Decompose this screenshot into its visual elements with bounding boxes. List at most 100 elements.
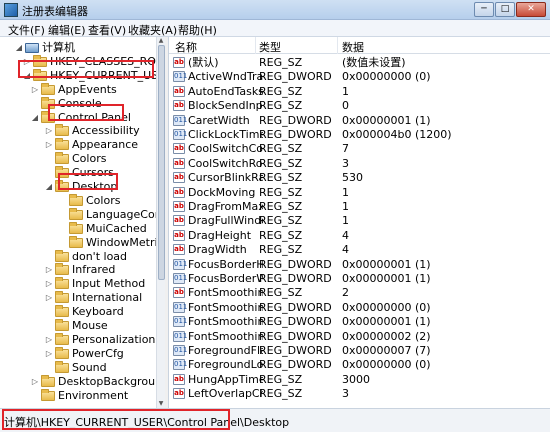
value-type: REG_SZ bbox=[259, 142, 303, 156]
values-list[interactable]: 名称 类型 数据 ab (默认) REG_SZ (数值未设置) 011 ActiveWnd… bbox=[169, 37, 550, 408]
tree-node[interactable]: ▷ AppEvents bbox=[30, 82, 164, 97]
tree-node[interactable]: ◢ Control Panel bbox=[30, 110, 164, 125]
value-row[interactable]: 011ForegroundFla...REG_DWORD 0x00000007 (… bbox=[169, 344, 550, 358]
close-button[interactable]: ✕ bbox=[516, 2, 546, 17]
value-row[interactable]: 011ActiveWndTrac...REG_DWORD 0x00000000 (… bbox=[169, 70, 550, 84]
collapsed-arrow-icon[interactable]: ▷ bbox=[44, 138, 54, 152]
value-data: 530 bbox=[342, 171, 363, 185]
collapsed-arrow-icon[interactable]: ▷ bbox=[44, 263, 54, 277]
tree-node-label: HKEY_CURRENT_USER bbox=[50, 68, 165, 82]
value-row[interactable]: 011 CaretWidth REG_DWORD 0x00000001 (1) bbox=[169, 114, 550, 128]
tree-node[interactable]: ▷ Accessibility bbox=[44, 124, 164, 138]
value-row[interactable]: abHungAppTime...REG_SZ 3000 bbox=[169, 373, 550, 387]
string-value-icon: ab bbox=[173, 85, 185, 97]
tree-node[interactable]: WindowMetrics bbox=[58, 235, 165, 250]
tree-node[interactable]: ▷ International bbox=[44, 291, 164, 305]
menu-file[interactable]: 文件(F) bbox=[8, 22, 45, 38]
expanded-arrow-icon[interactable]: ◢ bbox=[22, 69, 32, 83]
tree-node[interactable]: ◢ Desktop bbox=[44, 180, 164, 194]
scroll-down-arrow-icon[interactable]: ▼ bbox=[157, 400, 165, 408]
folder-icon bbox=[41, 96, 55, 109]
value-row[interactable]: 011 ClickLockTime REG_DWORD 0x000004b0 (120… bbox=[169, 128, 550, 142]
tree-node[interactable]: Sound bbox=[44, 360, 164, 375]
collapsed-arrow-icon[interactable]: ▷ bbox=[44, 291, 54, 305]
folder-icon bbox=[33, 68, 47, 81]
menu-favorites[interactable]: 收藏夹(A) bbox=[128, 22, 177, 38]
tree-node[interactable]: ▷ HKEY_CLASSES_ROOT bbox=[22, 54, 164, 69]
tree-node[interactable]: Mouse bbox=[44, 319, 164, 333]
tree-node[interactable]: LanguageConfig bbox=[58, 207, 164, 222]
value-row[interactable]: abDragFullWindo...REG_SZ 1 bbox=[169, 214, 550, 228]
maximize-button[interactable]: □ bbox=[495, 2, 515, 17]
tree-node[interactable]: Colors bbox=[44, 152, 164, 166]
value-row[interactable]: abDragFromMaxi...REG_SZ 1 bbox=[169, 200, 550, 214]
tree-node[interactable]: ▷ Appearance bbox=[44, 138, 164, 152]
tree-node[interactable]: Keyboard bbox=[44, 305, 164, 319]
value-row[interactable]: abCoolSwitchRowsREG_SZ 3 bbox=[169, 157, 550, 171]
value-type: REG_SZ bbox=[259, 99, 303, 113]
registry-tree[interactable]: ◢ 计算机 ▷ HKEY_CLASSES_ROOT ◢ HKEY_CURRENT_USER… bbox=[0, 37, 165, 408]
value-row[interactable]: abCursorBlinkRateREG_SZ 530 bbox=[169, 171, 550, 185]
value-row[interactable]: ab DragHeight REG_SZ 4 bbox=[169, 229, 550, 243]
tree-node[interactable]: MuiCached bbox=[58, 221, 164, 236]
collapsed-arrow-icon[interactable]: ▷ bbox=[44, 347, 54, 361]
tree-node[interactable]: ▷ DesktopBackground bbox=[30, 374, 164, 389]
value-row[interactable]: ab DragWidth REG_SZ 4 bbox=[169, 243, 550, 257]
value-row[interactable]: 011ForegroundLo...REG_DWORD 0x00000000 (0… bbox=[169, 358, 550, 372]
tree-node[interactable]: ▷ Input Method bbox=[44, 277, 164, 291]
value-row[interactable]: 011FocusBorderW...REG_DWORD 0x00000001 (1… bbox=[169, 272, 550, 286]
value-data: 1 bbox=[342, 185, 349, 199]
tree-node[interactable]: Colors bbox=[58, 193, 164, 208]
value-row[interactable]: abCoolSwitchCol...REG_SZ 7 bbox=[169, 142, 550, 156]
minimize-button[interactable]: ─ bbox=[474, 2, 494, 17]
menu-view[interactable]: 查看(V) bbox=[88, 22, 126, 38]
value-row[interactable]: ab DockMoving REG_SZ 1 bbox=[169, 186, 550, 200]
tree-node[interactable]: Environment bbox=[30, 388, 164, 403]
collapsed-arrow-icon[interactable]: ▷ bbox=[44, 333, 54, 347]
tree-node[interactable]: ◢ HKEY_CURRENT_USER bbox=[22, 68, 165, 83]
menu-edit[interactable]: 编辑(E) bbox=[48, 22, 86, 38]
value-name: FocusBorderH... bbox=[188, 257, 263, 271]
expanded-arrow-icon[interactable]: ◢ bbox=[30, 111, 40, 125]
column-divider[interactable] bbox=[255, 37, 256, 54]
column-name-header[interactable]: 名称 bbox=[175, 39, 197, 55]
collapsed-arrow-icon[interactable]: ▷ bbox=[22, 55, 32, 69]
menu-help[interactable]: 帮助(H) bbox=[178, 22, 217, 38]
tree-node[interactable]: Console bbox=[30, 96, 164, 111]
value-row[interactable]: 011FontSmoothin...REG_DWORD 0x00000001 (1… bbox=[169, 315, 550, 329]
value-row[interactable]: abFontSmoothingREG_SZ 2 bbox=[169, 286, 550, 300]
column-type-header[interactable]: 类型 bbox=[259, 39, 281, 55]
value-row[interactable]: ab AutoEndTasks REG_SZ 1 bbox=[169, 85, 550, 99]
tree-node[interactable]: ◢ 计算机 bbox=[14, 41, 164, 55]
tree-node[interactable]: ▷ Infrared bbox=[44, 263, 164, 277]
value-data: 0x00000001 (1) bbox=[342, 272, 431, 285]
collapsed-arrow-icon[interactable]: ▷ bbox=[44, 124, 54, 138]
value-name: FontSmoothin... bbox=[188, 300, 263, 314]
tree-node[interactable]: Cursors bbox=[44, 166, 164, 180]
value-row[interactable]: abBlockSendInpu...REG_SZ 0 bbox=[169, 99, 550, 113]
tree-node-label: WindowMetrics bbox=[86, 235, 165, 249]
value-row[interactable]: 011FontSmoothin...REG_DWORD 0x00000002 (2… bbox=[169, 330, 550, 344]
value-type: REG_DWORD bbox=[259, 344, 332, 357]
binary-value-icon: 011 bbox=[173, 71, 188, 83]
expanded-arrow-icon[interactable]: ◢ bbox=[14, 41, 24, 55]
collapsed-arrow-icon[interactable]: ▷ bbox=[44, 277, 54, 291]
collapsed-arrow-icon[interactable]: ▷ bbox=[30, 83, 40, 97]
value-name: CoolSwitchRows bbox=[188, 156, 263, 170]
value-row[interactable]: abLeftOverlapCh...REG_SZ 3 bbox=[169, 387, 550, 401]
tree-node-label: International bbox=[72, 291, 143, 305]
expanded-arrow-icon[interactable]: ◢ bbox=[44, 180, 54, 194]
tree-node[interactable]: don't load bbox=[44, 249, 164, 264]
tree-node[interactable]: ▷ Personalization bbox=[44, 332, 164, 347]
scroll-up-arrow-icon[interactable]: ▲ bbox=[157, 37, 165, 45]
value-row[interactable]: ab (默认) REG_SZ (数值未设置) bbox=[169, 56, 550, 70]
tree-node[interactable]: ▷ PowerCfg bbox=[44, 346, 164, 361]
value-row[interactable]: 011FontSmoothin...REG_DWORD 0x00000000 (0… bbox=[169, 301, 550, 315]
tree-scrollbar[interactable]: ▲ ▼ bbox=[156, 37, 165, 408]
tree-scroll-thumb[interactable] bbox=[158, 45, 165, 280]
column-divider[interactable] bbox=[337, 37, 338, 54]
collapsed-arrow-icon[interactable]: ▷ bbox=[30, 375, 40, 389]
value-data: 0x00000001 (1) bbox=[342, 315, 431, 329]
column-data-header[interactable]: 数据 bbox=[342, 39, 364, 55]
value-row[interactable]: 011FocusBorderH...REG_DWORD 0x00000001 (1… bbox=[169, 258, 550, 272]
